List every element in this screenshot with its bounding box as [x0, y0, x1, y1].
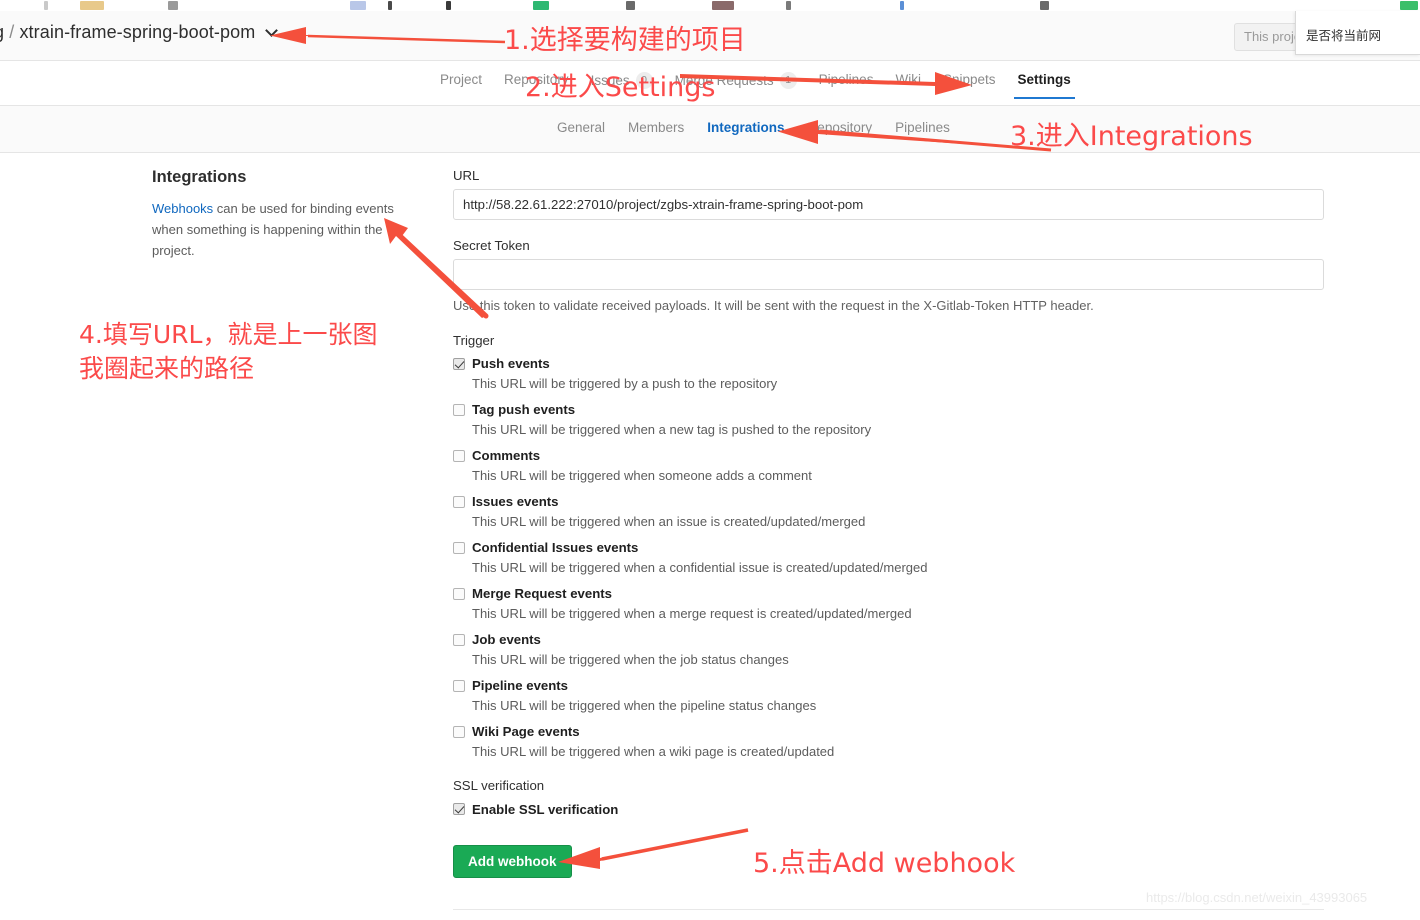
secret-token-help: Use this token to validate received payl…	[453, 298, 1094, 313]
webhooks-link[interactable]: Webhooks	[152, 201, 213, 216]
arrow-step4	[382, 214, 492, 319]
annotation-step2: 2.进入Settings	[525, 72, 716, 103]
bookmark-item[interactable]	[388, 1, 392, 10]
trigger-checkbox[interactable]	[453, 358, 465, 370]
breadcrumb-project-name[interactable]: xtrain-frame-spring-boot-pom	[19, 22, 255, 42]
annotation-step5: 5.点击Add webhook	[753, 848, 1016, 879]
url-label: URL	[453, 168, 480, 183]
trigger-description: This URL will be triggered when a confid…	[472, 560, 928, 575]
bookmark-item[interactable]	[786, 1, 791, 10]
trigger-section-label: Trigger	[453, 333, 495, 348]
nav-item-label: Settings	[1017, 72, 1071, 87]
trigger-checkbox[interactable]	[453, 726, 465, 738]
trigger-row[interactable]: Wiki Page events This URL will be trigger…	[453, 724, 1324, 759]
nav-item-project[interactable]: Project	[440, 72, 482, 98]
arrow-step2	[680, 66, 975, 96]
ssl-section-label: SSL verification	[453, 778, 545, 793]
trigger-row[interactable]: Issues events This URL will be triggered …	[453, 494, 1324, 529]
nav-item-label: Project	[440, 72, 483, 87]
trigger-description: This URL will be triggered when someone …	[472, 468, 812, 483]
form-bottom-divider	[453, 909, 1324, 910]
trigger-description: This URL will be triggered when a new ta…	[472, 422, 872, 437]
bookmark-item[interactable]	[44, 1, 48, 10]
trigger-label: Job events	[472, 632, 541, 647]
subnav-item-general[interactable]: General	[557, 120, 605, 148]
trigger-checkbox[interactable]	[453, 450, 465, 462]
trigger-checkbox[interactable]	[453, 404, 465, 416]
url-input[interactable]: http://58.22.61.222:27010/project/zgbs-x…	[453, 189, 1324, 220]
nav-item-settings[interactable]: Settings	[1013, 72, 1076, 99]
trigger-description: This URL will be triggered when a merge …	[472, 606, 912, 621]
breadcrumb-separator: /	[9, 22, 15, 42]
bookmark-item[interactable]	[1040, 1, 1049, 10]
watermark: https://blog.csdn.net/weixin_43993065	[1146, 890, 1368, 905]
translate-prompt-popup[interactable]: 是否将当前网	[1295, 11, 1420, 55]
bookmark-item[interactable]	[1400, 1, 1418, 10]
arrow-step5	[552, 826, 752, 870]
trigger-checkbox[interactable]	[453, 680, 465, 692]
trigger-row[interactable]: Push events This URL will be triggered by…	[453, 356, 1324, 391]
ssl-verification-checkbox[interactable]	[453, 803, 465, 815]
trigger-list: Push events This URL will be triggered by…	[453, 356, 1324, 759]
trigger-row[interactable]: Comments This URL will be triggered when …	[453, 448, 1324, 483]
annotation-step3: 3.进入Integrations	[1010, 121, 1253, 152]
bookmark-item[interactable]	[446, 1, 451, 10]
trigger-description: This URL will be triggered when an issue…	[472, 514, 866, 529]
secret-token-label: Secret Token	[453, 238, 530, 253]
trigger-label: Wiki Page events	[472, 724, 580, 739]
trigger-row[interactable]: Confidential Issues events This URL will …	[453, 540, 1324, 575]
trigger-row[interactable]: Pipeline events This URL will be triggere…	[453, 678, 1324, 713]
trigger-label: Pipeline events	[472, 678, 569, 693]
trigger-checkbox[interactable]	[453, 496, 465, 508]
description-text: Webhooks can be used for binding events …	[152, 198, 402, 261]
trigger-row[interactable]: Job events This URL will be triggered whe…	[453, 632, 1324, 667]
integrations-description: Integrations Webhooks can be used for bi…	[152, 168, 402, 261]
trigger-row[interactable]: Merge Request events This URL will be tri…	[453, 586, 1324, 621]
bookmark-item[interactable]	[350, 1, 366, 10]
secret-token-input[interactable]	[453, 259, 1324, 290]
bookmark-item[interactable]	[712, 1, 734, 10]
trigger-checkbox[interactable]	[453, 542, 465, 554]
browser-bookmark-strip	[0, 0, 1420, 11]
trigger-description: This URL will be triggered by a push to …	[472, 376, 778, 391]
screenshot-root: g / xtrain-frame-spring-boot-pom This pr…	[0, 0, 1420, 920]
page-title: Integrations	[152, 168, 247, 186]
annotation-step4: 4.填写URL，就是上一张图 我圈起来的路径	[79, 320, 378, 383]
breadcrumb[interactable]: g / xtrain-frame-spring-boot-pom	[0, 22, 278, 43]
trigger-label: Merge Request events	[472, 586, 612, 601]
trigger-description: This URL will be triggered when the pipe…	[472, 698, 817, 713]
trigger-label: Issues events	[472, 494, 559, 509]
arrow-step1	[262, 22, 507, 48]
trigger-label: Push events	[472, 356, 550, 371]
trigger-checkbox[interactable]	[453, 634, 465, 646]
trigger-row[interactable]: Tag push events This URL will be triggere…	[453, 402, 1324, 437]
subnav-item-members[interactable]: Members	[628, 120, 684, 148]
trigger-label: Comments	[472, 448, 541, 463]
trigger-label: Confidential Issues events	[472, 540, 639, 555]
trigger-checkbox[interactable]	[453, 588, 465, 600]
trigger-description: This URL will be triggered when a wiki p…	[472, 744, 835, 759]
webhook-form: URL http://58.22.61.222:27010/project/zg…	[453, 168, 1324, 878]
bookmark-item[interactable]	[626, 1, 635, 10]
annotation-step1: 1.选择要构建的项目	[504, 25, 746, 56]
bookmark-item[interactable]	[900, 1, 904, 10]
bookmark-item[interactable]	[80, 1, 104, 10]
bookmark-item[interactable]	[168, 1, 178, 10]
ssl-verification-label: Enable SSL verification	[472, 802, 619, 817]
ssl-verification-row[interactable]: Enable SSL verification	[453, 801, 1324, 819]
trigger-description: This URL will be triggered when the job …	[472, 652, 789, 667]
bookmark-item[interactable]	[533, 1, 549, 10]
breadcrumb-group[interactable]: g	[0, 22, 4, 42]
trigger-label: Tag push events	[472, 402, 576, 417]
